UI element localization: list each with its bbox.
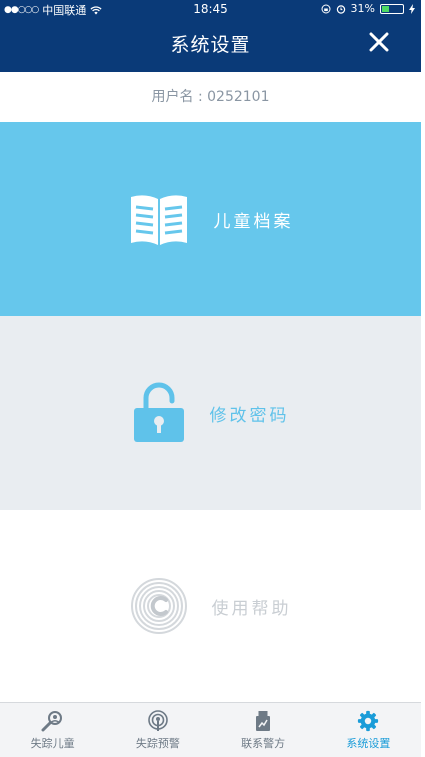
menu-item-label: 儿童档案 (213, 211, 294, 232)
app-header: ●●○○○ 中国联通 18:45 31% 系统设置 (0, 0, 421, 72)
battery-icon (380, 3, 404, 14)
tab-label: 失踪儿童 (30, 736, 75, 750)
police-icon (256, 710, 271, 731)
fingerprint-icon (130, 578, 187, 634)
menu-item-child-records[interactable]: 儿童档案 (0, 122, 421, 316)
bottom-tab-bar: 失踪儿童 失踪预警 联系警方 系统设置 (0, 702, 421, 757)
search-person-icon (41, 710, 62, 731)
charging-icon (409, 3, 415, 14)
username-display: 用户名 : 0252101 (0, 72, 421, 122)
tab-label: 联系警方 (241, 736, 286, 750)
tab-system-settings[interactable]: 系统设置 (316, 703, 421, 757)
status-right: 31% (321, 2, 415, 15)
menu-item-label: 使用帮助 (211, 598, 292, 619)
tab-label: 失踪预警 (135, 736, 180, 750)
page-title: 系统设置 (170, 34, 251, 56)
unlock-icon (133, 382, 184, 442)
gear-icon (358, 710, 379, 731)
battery-percent: 31% (350, 2, 375, 15)
lock-rotation-icon (321, 4, 331, 13)
broadcast-icon (148, 709, 168, 731)
tab-contact-police[interactable]: 联系警方 (211, 703, 316, 757)
tab-missing-alert[interactable]: 失踪预警 (105, 703, 210, 757)
book-icon (130, 195, 187, 245)
alarm-icon (336, 4, 345, 14)
close-icon[interactable] (367, 30, 391, 54)
status-bar: ●●○○○ 中国联通 18:45 31% (0, 0, 421, 18)
tab-missing-children[interactable]: 失踪儿童 (0, 703, 105, 757)
tab-label: 系统设置 (346, 736, 391, 750)
menu-item-help[interactable]: 使用帮助 (0, 510, 421, 702)
menu-item-change-password[interactable]: 修改密码 (0, 316, 421, 510)
menu-item-label: 修改密码 (209, 405, 290, 426)
